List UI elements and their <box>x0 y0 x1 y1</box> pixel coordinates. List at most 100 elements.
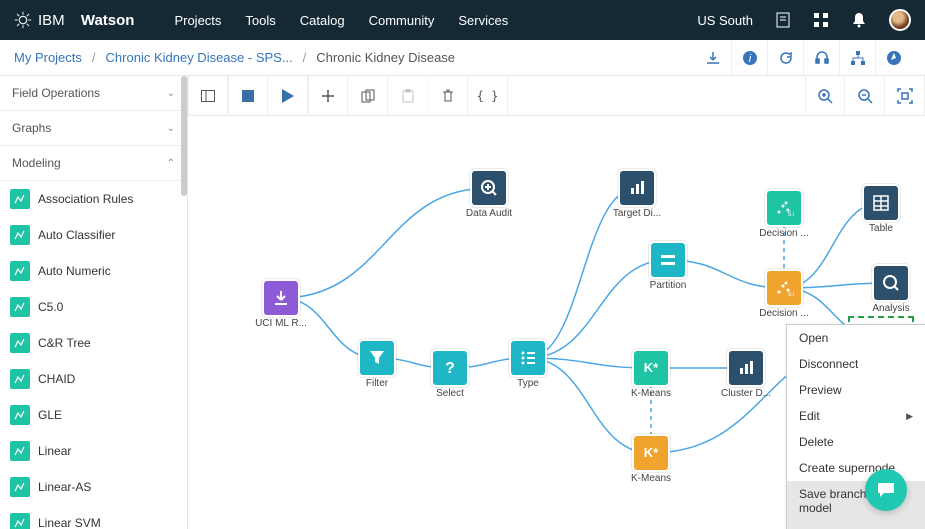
copy-button[interactable] <box>348 76 388 116</box>
region-selector[interactable]: US South <box>697 13 753 28</box>
palette-item[interactable]: GLE <box>0 397 187 433</box>
svg-text:K*: K* <box>644 360 659 375</box>
node-analysis[interactable]: Analysis <box>863 266 919 314</box>
tree-icon[interactable] <box>839 40 875 76</box>
node-label: Filter <box>366 378 388 389</box>
add-button[interactable] <box>308 76 348 116</box>
node-select[interactable]: ?Select <box>422 351 478 399</box>
palette-item[interactable]: C&R Tree <box>0 325 187 361</box>
compass-icon[interactable] <box>875 40 911 76</box>
node-dec1[interactable]: 5.0Decision ... <box>756 191 812 239</box>
refresh-icon[interactable] <box>767 40 803 76</box>
zoom-in-button[interactable] <box>805 76 845 116</box>
palette-item-icon <box>10 333 30 353</box>
ctx-delete[interactable]: Delete <box>787 429 925 455</box>
node-type[interactable]: Type <box>500 341 556 389</box>
doc-icon[interactable] <box>775 12 791 28</box>
palette-item-icon <box>10 405 30 425</box>
palette-item[interactable]: Linear <box>0 433 187 469</box>
breadcrumb-bar: My Projects / Chronic Kidney Disease - S… <box>0 40 925 76</box>
node-icon: 5.0 <box>767 271 801 305</box>
run-button[interactable] <box>268 76 308 116</box>
top-nav: Projects Tools Catalog Community Service… <box>174 13 508 28</box>
grid-icon[interactable] <box>813 12 829 28</box>
nav-services[interactable]: Services <box>458 13 508 28</box>
palette-item-label: C&R Tree <box>38 336 91 350</box>
palette-item[interactable]: Auto Numeric <box>0 253 187 289</box>
palette-item-label: Linear SVM <box>38 516 101 529</box>
node-label: Table <box>869 223 893 234</box>
node-label: K-Means <box>631 388 671 399</box>
brand-logo[interactable]: IBM Watson <box>14 11 134 29</box>
palette-item-icon <box>10 261 30 281</box>
node-partition[interactable]: Partition <box>640 243 696 291</box>
node-clusterd[interactable]: Cluster D... <box>718 351 774 399</box>
node-filter[interactable]: Filter <box>349 341 405 389</box>
node-dec2[interactable]: 5.0Decision ... <box>756 271 812 319</box>
node-icon <box>651 243 685 277</box>
palette-item[interactable]: CHAID <box>0 361 187 397</box>
download-icon[interactable] <box>695 40 731 76</box>
flow-canvas[interactable]: UCI ML R... Data Audit Filter ?Select Type Ta… <box>188 116 925 529</box>
node-targetd[interactable]: Target Di... <box>609 171 665 219</box>
cat-modeling[interactable]: Modeling⌃ <box>0 146 187 181</box>
ctx-disconnect[interactable]: Disconnect <box>787 351 925 377</box>
ctx-run[interactable]: Run <box>787 521 925 529</box>
cat-graphs[interactable]: Graphs⌄ <box>0 111 187 146</box>
node-kmeans2[interactable]: K*K-Means <box>623 436 679 484</box>
palette-item-icon <box>10 189 30 209</box>
breadcrumb-root[interactable]: My Projects <box>14 50 82 65</box>
headset-icon[interactable] <box>803 40 839 76</box>
nav-catalog[interactable]: Catalog <box>300 13 345 28</box>
node-kmeans1[interactable]: K* K-Means <box>623 351 679 399</box>
stop-button[interactable] <box>228 76 268 116</box>
nav-tools[interactable]: Tools <box>245 13 275 28</box>
node-table[interactable]: Table <box>853 186 909 234</box>
node-src[interactable]: UCI ML R... <box>253 281 309 329</box>
palette-item[interactable]: Auto Classifier <box>0 217 187 253</box>
node-audit[interactable]: Data Audit <box>461 171 517 219</box>
top-header: IBM Watson Projects Tools Catalog Commun… <box>0 0 925 40</box>
info-icon[interactable]: i <box>731 40 767 76</box>
ctx-edit[interactable]: Edit▶ <box>787 403 925 429</box>
palette-item-icon <box>10 225 30 245</box>
brand-suffix: Watson <box>81 12 135 29</box>
breadcrumb-project[interactable]: Chronic Kidney Disease - SPS... <box>106 50 293 65</box>
bell-icon[interactable] <box>851 12 867 28</box>
palette-item[interactable]: C5.0 <box>0 289 187 325</box>
palette-item-label: GLE <box>38 408 62 422</box>
canvas-toolbar: { } <box>188 76 925 116</box>
ctx-preview[interactable]: Preview <box>787 377 925 403</box>
code-button[interactable]: { } <box>468 76 508 116</box>
node-label: Cluster D... <box>721 388 771 399</box>
node-label: K-Means <box>631 473 671 484</box>
node-icon <box>729 351 763 385</box>
svg-text:?: ? <box>445 360 455 377</box>
palette-sidebar[interactable]: Field Operations⌄ Graphs⌄ Modeling⌃ Asso… <box>0 76 188 529</box>
chat-button[interactable] <box>865 469 907 511</box>
palette-item-label: Linear-AS <box>38 480 91 494</box>
zoom-fit-button[interactable] <box>885 76 925 116</box>
panel-toggle-button[interactable] <box>188 76 228 116</box>
paste-button[interactable] <box>388 76 428 116</box>
palette-item-icon <box>10 513 30 529</box>
nav-community[interactable]: Community <box>369 13 435 28</box>
node-icon: 5.0 <box>767 191 801 225</box>
palette-item-label: Association Rules <box>38 192 133 206</box>
ctx-create-supernode[interactable]: Create supernode <box>787 455 925 481</box>
delete-button[interactable] <box>428 76 468 116</box>
nav-projects[interactable]: Projects <box>174 13 221 28</box>
node-label: Target Di... <box>613 208 661 219</box>
chevron-down-icon: ⌄ <box>167 88 175 99</box>
palette-item[interactable]: Linear SVM <box>0 505 187 529</box>
palette-item-icon <box>10 477 30 497</box>
palette-item[interactable]: Association Rules <box>0 181 187 217</box>
avatar[interactable] <box>889 9 911 31</box>
ctx-open[interactable]: Open <box>787 325 925 351</box>
cat-field-ops[interactable]: Field Operations⌄ <box>0 76 187 111</box>
palette-item[interactable]: Linear-AS <box>0 469 187 505</box>
node-icon <box>264 281 298 315</box>
zoom-out-button[interactable] <box>845 76 885 116</box>
node-icon <box>864 186 898 220</box>
palette-item-icon <box>10 441 30 461</box>
